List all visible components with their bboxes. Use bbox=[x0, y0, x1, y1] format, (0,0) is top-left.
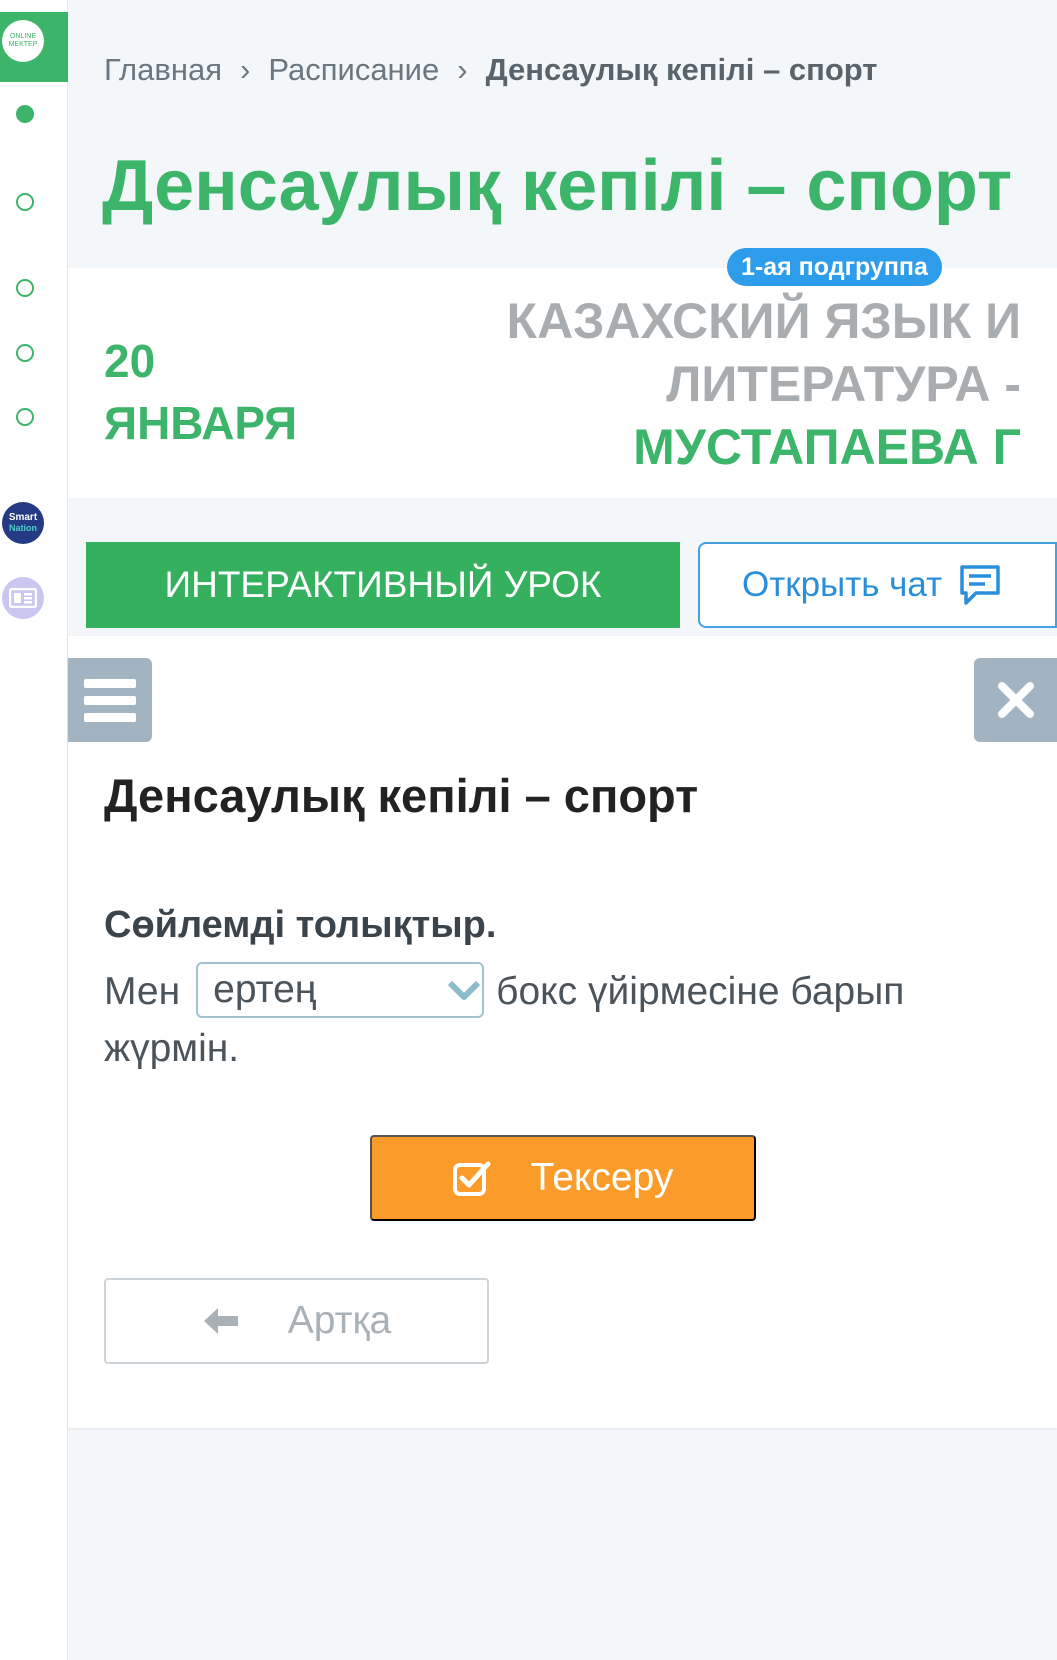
answer-select-value: ертең bbox=[213, 967, 317, 1011]
smart-nation-logo[interactable]: Smart Nation bbox=[2, 502, 44, 544]
check-button[interactable]: Тексеру bbox=[370, 1135, 756, 1221]
page-title: Денсаулық кепілі – спорт bbox=[102, 146, 1013, 226]
news-icon[interactable] bbox=[2, 577, 44, 619]
fill-sentence: Мен ертең бокс үйірмесіне барып жүрмін. bbox=[104, 961, 1004, 1076]
exercise-title: Денсаулық кепілі – спорт bbox=[104, 769, 699, 822]
date-day: 20 bbox=[104, 335, 156, 387]
open-chat-label: Открыть чат bbox=[742, 565, 943, 604]
arrow-left-icon bbox=[203, 1308, 238, 1334]
smart-text: Smart bbox=[8, 512, 38, 523]
menu-button[interactable] bbox=[68, 658, 152, 742]
breadcrumb-home[interactable]: Главная bbox=[104, 52, 222, 88]
date-month: ЯНВАРЯ bbox=[104, 397, 298, 449]
hamburger-icon-bar bbox=[84, 695, 136, 705]
back-button[interactable]: Артқа bbox=[104, 1278, 489, 1364]
breadcrumb-schedule[interactable]: Расписание bbox=[268, 52, 439, 88]
lesson-subject: КАЗАХСКИЙ ЯЗЫК И ЛИТЕРАТУРА - МУСТАПАЕВА… bbox=[507, 290, 1021, 479]
teacher-name: МУСТАПАЕВА Г bbox=[633, 419, 1021, 475]
subject-line1: КАЗАХСКИЙ ЯЗЫК И bbox=[506, 293, 1021, 349]
checkbox-check-icon bbox=[452, 1161, 491, 1196]
answer-select[interactable]: ертең bbox=[196, 961, 485, 1018]
back-button-label: Артқа bbox=[287, 1299, 392, 1342]
nav-dot[interactable] bbox=[16, 344, 34, 362]
chevron-down-icon bbox=[448, 980, 481, 1000]
sidebar: ONLINE MEKTEP Smart Nation bbox=[0, 0, 68, 1660]
page-header bbox=[68, 10, 1057, 268]
sentence-before: Мен bbox=[104, 970, 181, 1013]
open-chat-button[interactable]: Открыть чат bbox=[698, 542, 1057, 628]
online-mektep-logo: ONLINE MEKTEP bbox=[2, 20, 44, 62]
subject-line2: ЛИТЕРАТУРА - bbox=[666, 356, 1021, 412]
interactive-lesson-button[interactable]: ИНТЕРАКТИВНЫЙ УРОК bbox=[86, 542, 680, 628]
logo-text-line1: ONLINE bbox=[9, 33, 37, 40]
nav-dot-active[interactable] bbox=[16, 105, 34, 123]
logo-text-line2: MEKTEP bbox=[8, 41, 38, 48]
hamburger-icon-bar bbox=[84, 712, 136, 722]
check-button-label: Тексеру bbox=[530, 1156, 674, 1199]
breadcrumb: Главная › Расписание › Денсаулық кепілі … bbox=[104, 52, 877, 88]
close-button[interactable] bbox=[974, 658, 1057, 742]
lesson-date: 20 ЯНВАРЯ bbox=[104, 330, 297, 454]
logo-box[interactable]: ONLINE MEKTEP bbox=[0, 12, 68, 82]
task-instruction: Сөйлемді толықтыр. bbox=[104, 904, 497, 946]
nation-text: Nation bbox=[9, 523, 37, 533]
nav-dot[interactable] bbox=[16, 193, 34, 211]
breadcrumb-current: Денсаулық кепілі – спорт bbox=[485, 52, 878, 87]
hamburger-icon-bar bbox=[84, 678, 136, 688]
close-icon bbox=[997, 682, 1034, 718]
chevron-right-icon: › bbox=[457, 52, 468, 87]
nav-dot[interactable] bbox=[16, 279, 34, 297]
nav-dot[interactable] bbox=[16, 408, 34, 426]
subgroup-badge: 1-ая подгруппа bbox=[727, 248, 942, 286]
chat-icon bbox=[960, 565, 1000, 605]
chevron-right-icon: › bbox=[240, 52, 251, 87]
